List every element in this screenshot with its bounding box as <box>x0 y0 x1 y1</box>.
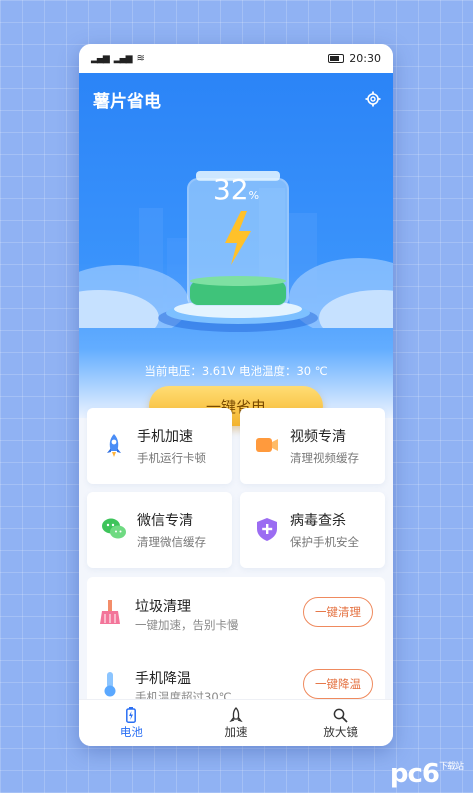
wifi-icon: ≋ <box>136 53 145 64</box>
feature-title: 视频专清 <box>290 429 346 445</box>
signal-icon-2: ▂▄▆ <box>113 53 133 64</box>
status-bar: ▂▄▆ ▂▄▆ ≋ 20:30 <box>79 44 393 73</box>
tab-label: 放大镜 <box>323 725 358 739</box>
settings-gear-icon[interactable] <box>365 91 381 107</box>
app-title: 薯片省电 <box>93 92 161 112</box>
tab-magnifier[interactable]: 放大镜 <box>288 700 393 746</box>
bottom-tab-bar: 电池 加速 放大镜 <box>79 699 393 746</box>
feature-card-virus-scan[interactable]: 病毒查杀 保护手机安全 <box>240 492 385 568</box>
rocket-icon <box>107 434 121 457</box>
hero-panel: 薯片省电 32% 当前电压：3.61V 电池温度：30 ℃ 一键省电 <box>79 73 393 426</box>
feature-subtitle: 清理微信缓存 <box>137 535 206 549</box>
feature-title: 微信专清 <box>137 513 193 529</box>
list-item-subtitle: 一键加速，告别卡慢 <box>135 618 239 632</box>
broom-icon <box>100 600 120 624</box>
feature-subtitle: 保护手机安全 <box>290 535 359 549</box>
status-time: 20:30 <box>349 52 381 65</box>
battery-status-icon <box>328 54 345 63</box>
feature-title: 手机加速 <box>137 429 193 445</box>
feature-subtitle: 清理视频缓存 <box>290 451 359 465</box>
voltage-temperature-readout: 当前电压：3.61V 电池温度：30 ℃ <box>144 364 328 378</box>
one-key-cooldown-button[interactable]: 一键降温 <box>303 669 373 699</box>
feature-card-speedup[interactable]: 手机加速 手机运行卡顿 <box>87 408 232 484</box>
thermometer-icon <box>104 672 116 697</box>
feature-grid: 手机加速 手机运行卡顿 视频专清 清理视频缓存 微信专清 清理微信缓存 病毒查杀… <box>87 408 385 568</box>
feature-card-video-clean[interactable]: 视频专清 清理视频缓存 <box>240 408 385 484</box>
list-item-title: 手机降温 <box>135 671 191 687</box>
tab-battery[interactable]: 电池 <box>79 700 184 746</box>
feature-card-wechat-clean[interactable]: 微信专清 清理微信缓存 <box>87 492 232 568</box>
list-item-junk-clean: 垃圾清理 一键加速，告别卡慢 一键清理 <box>87 577 385 649</box>
tab-label: 电池 <box>119 725 143 739</box>
magnifier-icon <box>333 708 348 723</box>
feature-subtitle: 手机运行卡顿 <box>137 451 206 465</box>
phone-frame: ▂▄▆ ▂▄▆ ≋ 20:30 薯片省电 32% 当前电压：3.61V 电池温度… <box>79 44 393 746</box>
rocket-icon <box>229 707 243 723</box>
feature-title: 病毒查杀 <box>290 513 346 529</box>
battery-percent: 32% <box>212 173 260 206</box>
list-item-title: 垃圾清理 <box>135 599 191 615</box>
task-list: 垃圾清理 一键加速，告别卡慢 一键清理 手机降温 手机温度超过30℃ 一键降温 <box>87 577 385 707</box>
battery-icon <box>126 707 137 723</box>
one-key-clean-button[interactable]: 一键清理 <box>303 597 373 627</box>
shield-plus-icon <box>257 518 277 541</box>
wechat-icon <box>102 518 126 539</box>
tab-label: 加速 <box>224 725 248 739</box>
pc6-watermark-logo: pc6下载站 <box>389 759 464 789</box>
tab-speedup[interactable]: 加速 <box>184 700 289 746</box>
video-icon <box>256 438 278 452</box>
signal-icon: ▂▄▆ <box>91 53 110 64</box>
